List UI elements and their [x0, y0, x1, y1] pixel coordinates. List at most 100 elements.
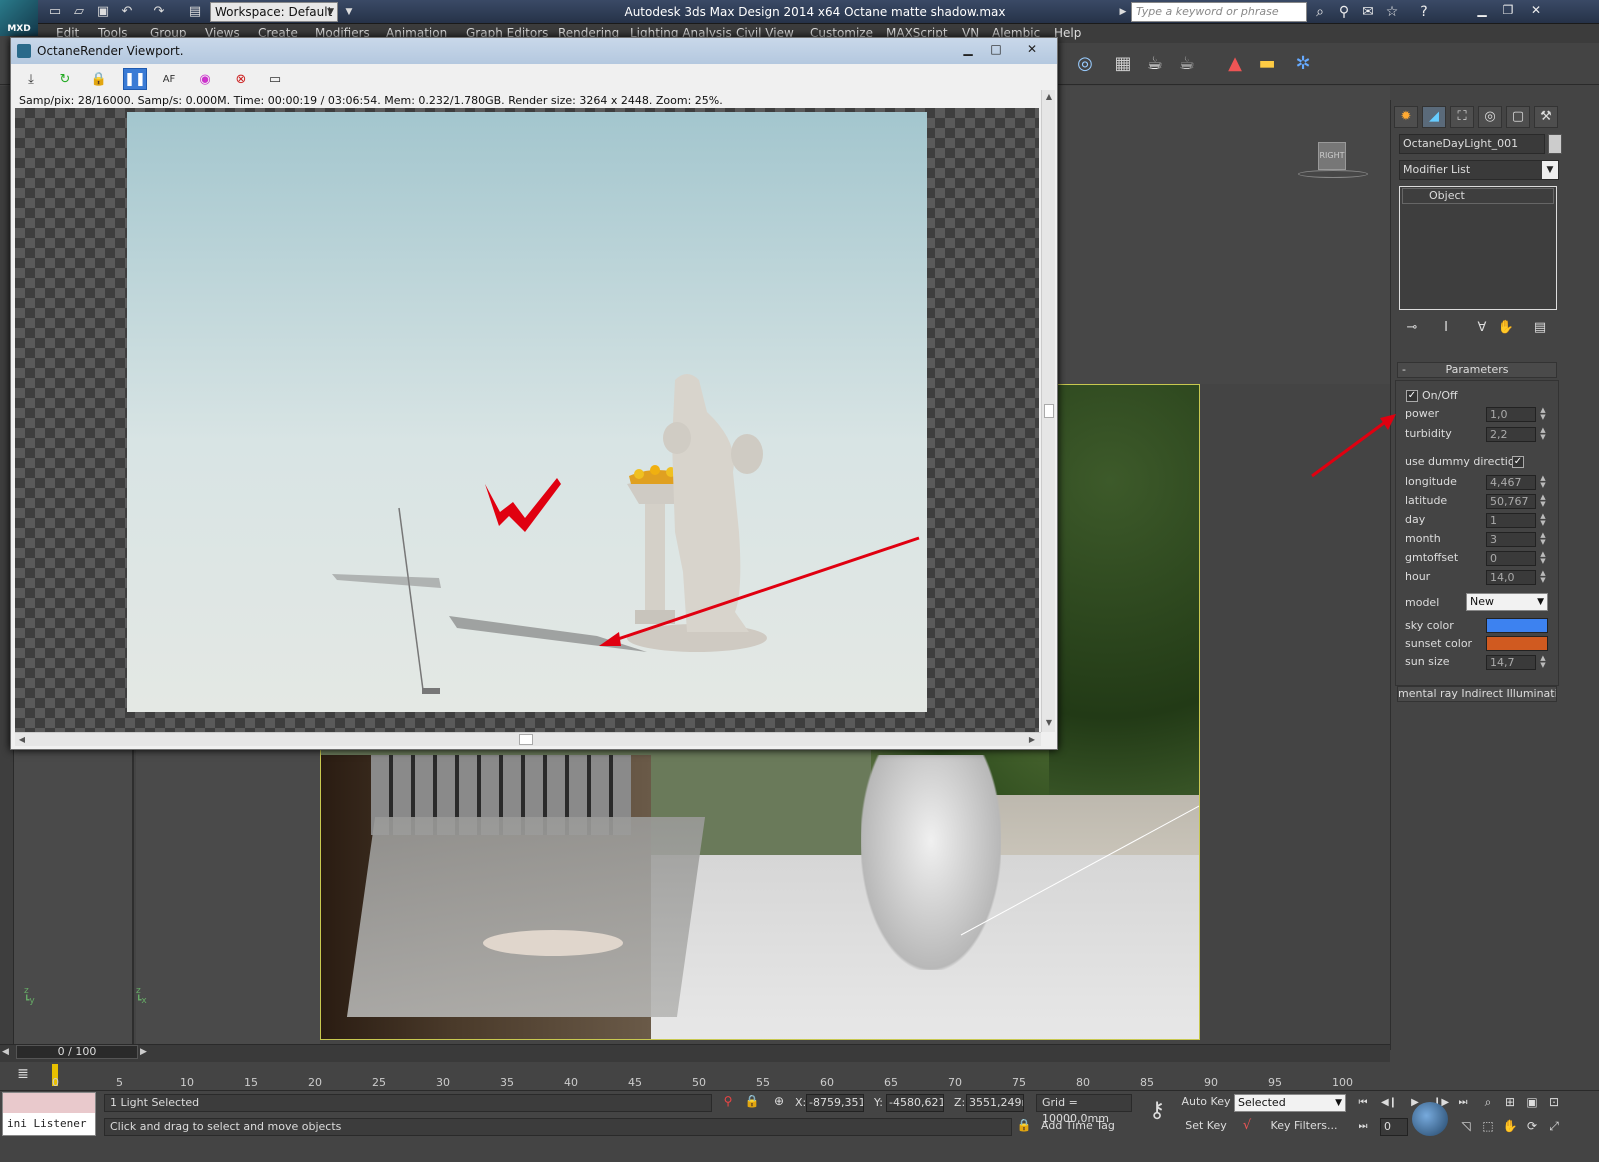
spinner-arrows-icon[interactable]: ▲ ▼: [1538, 513, 1548, 528]
restart-render-icon[interactable]: ↻: [53, 68, 77, 90]
key-filters-button[interactable]: Key Filters...: [1262, 1118, 1346, 1136]
set-key-button[interactable]: Set Key: [1180, 1118, 1232, 1136]
utilities-tab-icon[interactable]: ⚒: [1534, 106, 1558, 128]
remove-modifier-icon[interactable]: ✋: [1496, 318, 1516, 338]
zoom-extents-all-icon[interactable]: ⊡: [1544, 1092, 1564, 1112]
new-file-icon[interactable]: ▭: [46, 3, 64, 21]
viewport-navigation-globe[interactable]: [1412, 1102, 1448, 1136]
hierarchy-tab-icon[interactable]: ⛶: [1450, 106, 1474, 128]
modify-tab-icon[interactable]: ◢: [1422, 106, 1446, 128]
zoom-region-icon[interactable]: ⬚: [1478, 1116, 1498, 1136]
vertical-scrollbar[interactable]: ▲ ▼: [1041, 90, 1055, 732]
time-slider[interactable]: ◀ ▶: [0, 1044, 1390, 1062]
lock-icon[interactable]: 🔒: [87, 68, 111, 90]
field-of-view-icon[interactable]: ◹: [1456, 1116, 1476, 1136]
close-icon[interactable]: ✕: [1524, 0, 1548, 20]
go-to-end-icon[interactable]: ⏭: [1452, 1094, 1474, 1112]
day-spinner[interactable]: 1: [1486, 513, 1536, 528]
time-prev-icon[interactable]: ◀: [2, 1047, 9, 1057]
zoom-icon[interactable]: ⌕: [1478, 1092, 1498, 1112]
stack-item-object[interactable]: Object: [1402, 188, 1554, 204]
object-color-swatch[interactable]: [1548, 134, 1562, 154]
y-coord-field[interactable]: -4580,621r: [886, 1094, 944, 1112]
scroll-left-icon[interactable]: ◀: [15, 733, 29, 747]
turbidity-spinner[interactable]: 2,2: [1486, 427, 1536, 442]
zoom-extents-icon[interactable]: ▣: [1522, 1092, 1542, 1112]
undo-icon[interactable]: ↶: [118, 3, 136, 21]
spinner-arrows-icon[interactable]: ▲ ▼: [1538, 494, 1548, 509]
workspace-dropdown[interactable]: Workspace: Default ▼: [210, 2, 338, 22]
auto-key-button[interactable]: Auto Key: [1180, 1094, 1232, 1112]
octane-viewport-icon[interactable]: ✲: [1288, 49, 1318, 79]
configure-modifier-sets-icon[interactable]: ▤: [1530, 318, 1550, 338]
viewport-display-icon[interactable]: ▭: [263, 68, 287, 90]
display-tab-icon[interactable]: ▢: [1506, 106, 1530, 128]
save-file-icon[interactable]: ▣: [94, 3, 112, 21]
parameters-rollout-header[interactable]: - Parameters: [1397, 362, 1557, 378]
pause-render-button[interactable]: ❚❚: [123, 68, 147, 90]
time-next-icon[interactable]: ▶: [140, 1047, 147, 1057]
horizontal-scrollbar[interactable]: ◀ ▶: [15, 732, 1041, 746]
app-logo-button[interactable]: MXD: [0, 0, 38, 36]
object-name-field[interactable]: OctaneDayLight_001: [1399, 134, 1545, 154]
octane-render-window[interactable]: OctaneRender Viewport. ▁ □ ✕ ⤓ ↻ 🔒 ❚❚ AF…: [10, 37, 1058, 750]
scroll-right-icon[interactable]: ▶: [1025, 733, 1039, 747]
octane-close-icon[interactable]: ✕: [1019, 40, 1045, 58]
sun-size-spinner[interactable]: 14,7: [1486, 655, 1536, 670]
selection-lock-icon[interactable]: 🔒: [744, 1094, 760, 1112]
spinner-arrows-icon[interactable]: ▲ ▼: [1538, 655, 1548, 670]
octane-settings-icon[interactable]: ▬: [1252, 49, 1282, 79]
workspace-menu-chevron-icon[interactable]: ▼: [340, 3, 358, 21]
spinner-arrows-icon[interactable]: ▲ ▼: [1538, 475, 1548, 490]
previous-frame-icon[interactable]: ◀❙: [1378, 1094, 1400, 1112]
key-mode-toggle-icon[interactable]: ⏭: [1352, 1118, 1374, 1136]
modifier-stack[interactable]: [1399, 186, 1557, 310]
vertical-scroll-thumb[interactable]: [1044, 404, 1054, 418]
maxscript-listener[interactable]: ini Listener: [2, 1092, 96, 1136]
project-folder-icon[interactable]: ▤: [186, 3, 204, 21]
restore-icon[interactable]: ❐: [1496, 0, 1520, 20]
octane-minimize-icon[interactable]: ▁: [955, 40, 981, 58]
horizontal-scroll-thumb[interactable]: [519, 734, 533, 745]
track-bar[interactable]: [40, 1062, 1390, 1090]
pin-stack-icon[interactable]: ⊸: [1402, 318, 1422, 338]
create-tab-icon[interactable]: ✹: [1394, 106, 1418, 128]
spinner-arrows-icon[interactable]: ▲ ▼: [1538, 551, 1548, 566]
model-dropdown[interactable]: New ▼: [1466, 593, 1548, 611]
auto-focus-icon[interactable]: AF: [157, 68, 181, 90]
search-expand-icon[interactable]: ▶: [1114, 3, 1132, 21]
viewport-right[interactable]: RIGHT: [1060, 86, 1390, 384]
mental-ray-rollout-header[interactable]: mental ray Indirect Illumination: [1397, 686, 1557, 702]
motion-tab-icon[interactable]: ◎: [1478, 106, 1502, 128]
set-keys-key-icon[interactable]: ⚷: [1142, 1098, 1172, 1128]
tangent-icon[interactable]: √: [1236, 1118, 1258, 1136]
menu-help[interactable]: Help: [1054, 26, 1081, 40]
latitude-spinner[interactable]: 50,767: [1486, 494, 1536, 509]
spinner-arrows-icon[interactable]: ▲ ▼: [1538, 427, 1548, 442]
viewcube-ring[interactable]: [1298, 170, 1368, 178]
orbit-icon[interactable]: ⟳: [1522, 1116, 1542, 1136]
curve-editor-icon[interactable]: ≣: [12, 1066, 34, 1086]
viewcube[interactable]: RIGHT: [1318, 142, 1346, 170]
show-end-result-icon[interactable]: Ⅰ: [1436, 318, 1456, 338]
sky-color-swatch[interactable]: [1486, 618, 1548, 633]
octane-maximize-icon[interactable]: □: [983, 40, 1009, 58]
power-spinner[interactable]: 1,0: [1486, 407, 1536, 422]
favorites-star-icon[interactable]: ☆: [1382, 2, 1402, 22]
pan-view-icon[interactable]: ✋: [1500, 1116, 1520, 1136]
color-picker-icon[interactable]: ◉: [193, 68, 217, 90]
viewport-top[interactable]: z ┗y: [14, 748, 134, 1044]
listener-output[interactable]: [3, 1093, 95, 1113]
communication-icon[interactable]: ✉: [1358, 2, 1378, 22]
minimize-icon[interactable]: ▁: [1470, 0, 1494, 20]
octane-render-icon[interactable]: ▲: [1220, 49, 1250, 79]
spinner-arrows-icon[interactable]: ▲ ▼: [1538, 407, 1548, 422]
rendered-frame-window-icon[interactable]: ▦: [1108, 49, 1138, 79]
help-icon[interactable]: ?: [1414, 2, 1434, 22]
render-setup-icon[interactable]: ◎: [1070, 49, 1100, 79]
open-file-icon[interactable]: ▱: [70, 3, 88, 21]
current-frame-field[interactable]: 0: [1380, 1118, 1408, 1136]
render-iterative-icon[interactable]: ☕: [1172, 49, 1202, 79]
isolate-selection-icon[interactable]: ⚲: [720, 1094, 736, 1112]
scroll-down-icon[interactable]: ▼: [1042, 716, 1056, 730]
